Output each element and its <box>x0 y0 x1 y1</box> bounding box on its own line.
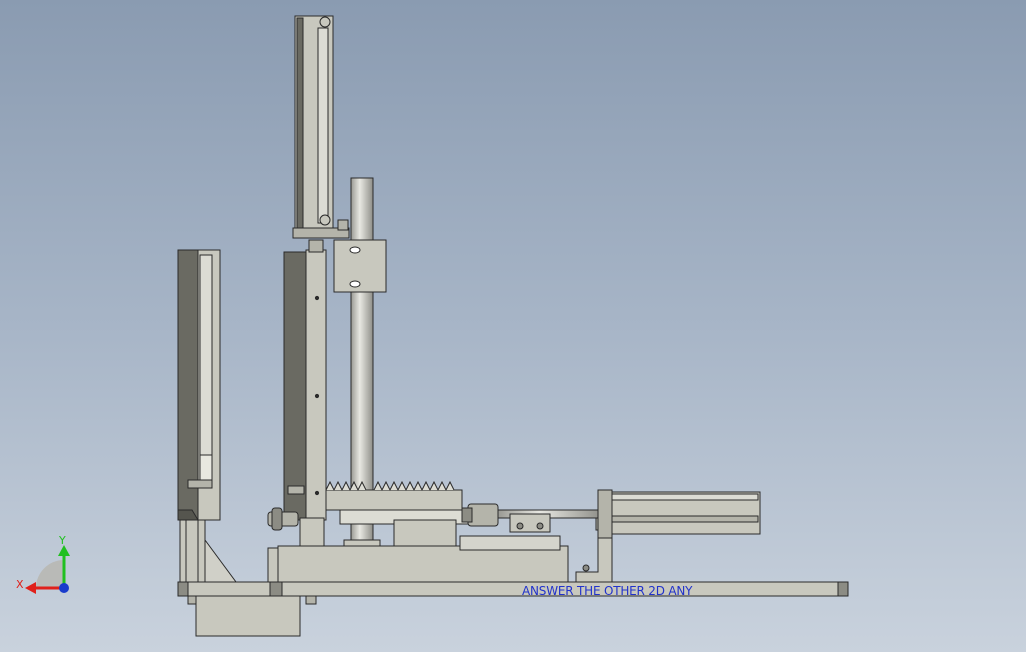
vertical-cylinder <box>292 15 350 239</box>
base-plate <box>177 581 849 637</box>
x-axis-label: X <box>16 578 24 591</box>
middle-guide-assembly <box>267 239 327 583</box>
annotation-overlay-text: ANSWER THE OTHER 2D ANY <box>522 584 693 598</box>
y-axis-label: Y <box>58 534 66 547</box>
axis-triad: X Y <box>16 534 70 594</box>
z-axis-dot <box>59 583 69 593</box>
horizontal-rod <box>461 503 605 533</box>
left-guide-assembly <box>177 249 237 583</box>
model-drawing[interactable]: X Y <box>0 0 1026 652</box>
horizontal-cylinder <box>575 489 761 583</box>
cad-viewport[interactable]: X Y ANSWER THE OTHER 2D ANY <box>0 0 1026 652</box>
